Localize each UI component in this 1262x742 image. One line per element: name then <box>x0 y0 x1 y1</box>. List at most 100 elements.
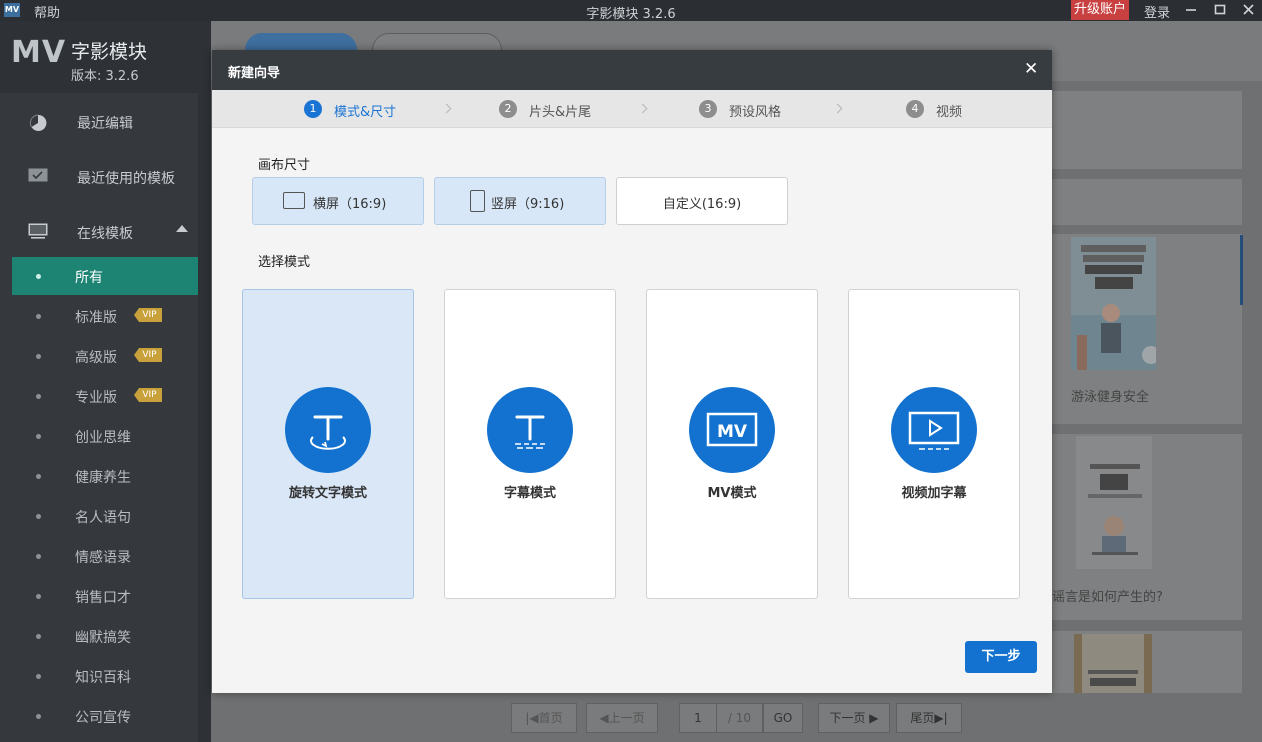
vip-badge: VIP <box>134 308 162 322</box>
bullet-icon <box>36 714 41 719</box>
category-label: 情感语录 <box>75 550 131 566</box>
step-intro-outro[interactable]: 2 片头&片尾 <box>499 100 599 120</box>
login-button[interactable]: 登录 <box>1144 2 1170 21</box>
template-caption: 谣言是如何产生的? <box>1052 590 1163 605</box>
first-page-button[interactable]: |◀首页 <box>511 703 577 733</box>
category-label: 专业版 <box>75 390 117 406</box>
template-thumbnail <box>1076 436 1152 569</box>
brand-header: MV 字影模块 版本: 3.2.6 <box>0 21 211 93</box>
category-knowledge[interactable]: 知识百科 <box>12 657 198 695</box>
content-scrollbar[interactable] <box>1240 235 1243 305</box>
category-label: 幽默搞笑 <box>75 630 131 646</box>
step-number: 2 <box>499 100 517 118</box>
mv-icon: MV <box>689 387 775 473</box>
category-label: 销售口才 <box>75 590 131 606</box>
category-startup[interactable]: 创业思维 <box>12 417 198 455</box>
step-preset-style[interactable]: 3 预设风格 <box>699 100 789 120</box>
step-number: 1 <box>304 100 322 118</box>
step-number: 3 <box>699 100 717 118</box>
canvas-size-title: 画布尺寸 <box>258 158 311 173</box>
category-label: 知识百科 <box>75 670 131 686</box>
size-label: 横屏（16:9) <box>313 197 387 212</box>
category-sales[interactable]: 销售口才 <box>12 577 198 615</box>
template-caption: 游泳健身安全 <box>1071 390 1150 405</box>
collapse-caret-icon[interactable] <box>176 225 188 232</box>
last-page-button[interactable]: 尾页▶| <box>896 703 962 733</box>
step-label: 视频 <box>936 105 963 120</box>
close-icon[interactable] <box>1238 0 1260 20</box>
size-label: 自定义(16:9) <box>662 197 742 212</box>
select-mode-title: 选择模式 <box>258 255 311 270</box>
category-pro[interactable]: 专业版 VIP <box>12 377 198 415</box>
template-icon <box>28 168 48 184</box>
page-number-input[interactable]: 1 <box>679 703 717 733</box>
maximize-icon[interactable] <box>1209 0 1231 20</box>
template-card[interactable]: 谣言是如何产生的? <box>1052 434 1242 620</box>
category-label: 公司宣传 <box>75 710 131 726</box>
category-emotion[interactable]: 情感语录 <box>12 537 198 575</box>
page-total: / 10 <box>717 703 763 733</box>
nav-label: 最近编辑 <box>77 116 133 132</box>
new-wizard-dialog: 新建向导 ✕ 1 模式&尺寸 2 片头&片尾 3 预设风格 4 视频 画布尺寸 … <box>212 50 1052 693</box>
bullet-icon <box>36 394 41 399</box>
template-card[interactable]: 游泳健身安全 <box>1052 234 1242 424</box>
category-label: 创业思维 <box>75 430 131 446</box>
nav-recent-templates[interactable]: 最近使用的模板 <box>0 156 211 200</box>
template-thumbnail <box>1071 237 1156 370</box>
category-standard[interactable]: 标准版 VIP <box>12 297 198 335</box>
step-number: 4 <box>906 100 924 118</box>
category-label: 所有 <box>75 270 103 286</box>
minimize-icon[interactable] <box>1180 0 1202 20</box>
category-all[interactable]: 所有 <box>12 257 198 295</box>
next-page-button[interactable]: 下一页 ▶ <box>818 703 890 733</box>
go-button[interactable]: GO <box>763 703 803 733</box>
category-company[interactable]: 公司宣传 <box>12 697 198 735</box>
landscape-size-button[interactable]: 横屏（16:9) <box>252 177 424 225</box>
category-quotes[interactable]: 名人语句 <box>12 497 198 535</box>
category-health[interactable]: 健康养生 <box>12 457 198 495</box>
prev-page-button[interactable]: ◀上一页 <box>586 703 658 733</box>
mode-subtitle-card[interactable]: 字幕模式 <box>444 289 616 599</box>
chevron-right-icon <box>832 103 843 114</box>
monitor-icon <box>28 223 48 239</box>
upgrade-account-button[interactable]: 升级账户 <box>1071 0 1129 20</box>
dialog-close-icon[interactable]: ✕ <box>1024 59 1038 79</box>
nav-label: 最近使用的模板 <box>77 171 175 187</box>
next-step-button[interactable]: 下一步 <box>965 641 1037 673</box>
mode-label: MV模式 <box>707 486 757 501</box>
bullet-icon <box>36 634 41 639</box>
chevron-right-icon <box>441 103 452 114</box>
mode-label: 旋转文字模式 <box>288 486 367 501</box>
size-label: 竖屏（9:16) <box>491 197 565 212</box>
mode-rotate-text-card[interactable]: 旋转文字模式 <box>242 289 414 599</box>
bullet-icon <box>36 434 41 439</box>
nav-recent-edits[interactable]: 最近编辑 <box>0 101 211 145</box>
sidebar-scrollbar[interactable] <box>198 93 211 742</box>
template-card[interactable] <box>1052 631 1242 693</box>
category-label: 高级版 <box>75 350 117 366</box>
category-humor[interactable]: 幽默搞笑 <box>12 617 198 655</box>
custom-size-button[interactable]: 自定义(16:9) <box>616 177 788 225</box>
title-bar: MV 帮助 字影模块 3.2.6 升级账户 登录 <box>0 0 1262 22</box>
mode-mv-card[interactable]: MV MV模式 <box>646 289 818 599</box>
app-name: 字影模块 <box>71 41 148 63</box>
background-panel <box>1052 179 1242 225</box>
step-mode-size[interactable]: 1 模式&尺寸 <box>304 100 404 120</box>
category-advanced[interactable]: 高级版 VIP <box>12 337 198 375</box>
bullet-icon <box>36 274 41 279</box>
bullet-icon <box>36 354 41 359</box>
step-video[interactable]: 4 视频 <box>906 100 976 120</box>
portrait-icon <box>470 190 485 212</box>
mode-video-subtitle-card[interactable]: 视频加字幕 <box>848 289 1020 599</box>
video-subtitle-icon <box>891 387 977 473</box>
portrait-size-button[interactable]: 竖屏（9:16) <box>434 177 606 225</box>
nav-online-templates[interactable]: 在线模板 <box>0 211 211 255</box>
step-label: 预设风格 <box>729 105 782 120</box>
category-label: 标准版 <box>75 310 117 326</box>
vip-badge: VIP <box>134 388 162 402</box>
step-label: 片头&片尾 <box>529 105 592 120</box>
clock-icon <box>28 113 48 131</box>
step-label: 模式&尺寸 <box>334 105 397 120</box>
app-version: 版本: 3.2.6 <box>71 69 139 84</box>
bullet-icon <box>36 674 41 679</box>
